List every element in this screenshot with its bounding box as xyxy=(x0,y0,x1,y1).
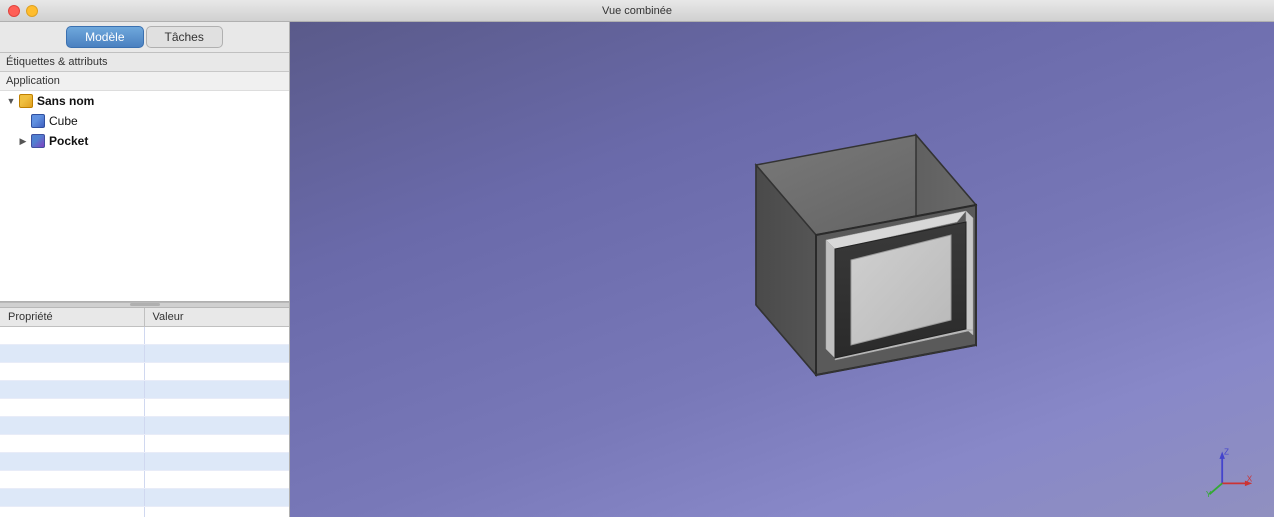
props-col-value: Valeur xyxy=(145,308,290,326)
tree-item-cube[interactable]: Cube xyxy=(0,111,289,131)
doc-icon xyxy=(18,93,34,109)
main-layout: Modèle Tâches Étiquettes & attributs App… xyxy=(0,22,1274,517)
props-row xyxy=(0,453,289,471)
props-row xyxy=(0,327,289,345)
title-bar: Vue combinée xyxy=(0,0,1274,22)
props-row xyxy=(0,435,289,453)
tree-item-sansnom[interactable]: Sans nom xyxy=(0,91,289,111)
props-row xyxy=(0,489,289,507)
application-label: Application xyxy=(0,72,289,91)
props-row xyxy=(0,381,289,399)
splitter-handle xyxy=(130,303,160,306)
props-row xyxy=(0,507,289,517)
tab-taches[interactable]: Tâches xyxy=(146,26,223,48)
svg-text:Y: Y xyxy=(1206,490,1212,497)
viewport[interactable]: Z X Y xyxy=(290,22,1274,517)
properties-panel: Propriété Valeur xyxy=(0,308,289,517)
tree-view: Sans nom Cube Pocket xyxy=(0,91,289,302)
tree-arrow-sansnom[interactable] xyxy=(4,94,18,108)
tabs-bar: Modèle Tâches xyxy=(0,22,289,53)
cube-icon xyxy=(30,113,46,129)
left-panel: Modèle Tâches Étiquettes & attributs App… xyxy=(0,22,290,517)
tree-arrow-pocket[interactable] xyxy=(16,134,30,148)
tree-label-cube: Cube xyxy=(49,114,78,128)
props-row xyxy=(0,345,289,363)
pocket-icon xyxy=(30,133,46,149)
props-row xyxy=(0,471,289,489)
props-header: Propriété Valeur xyxy=(0,308,289,327)
svg-text:Z: Z xyxy=(1224,447,1229,456)
close-button[interactable] xyxy=(8,5,20,17)
props-row xyxy=(0,363,289,381)
minimize-button[interactable] xyxy=(26,5,38,17)
window-controls[interactable] xyxy=(8,5,38,17)
tree-label-sansnom: Sans nom xyxy=(37,94,94,108)
cube-3d xyxy=(686,115,1006,425)
props-row xyxy=(0,417,289,435)
window-title: Vue combinée xyxy=(602,5,672,17)
props-row xyxy=(0,399,289,417)
axis-indicator: Z X Y xyxy=(1204,447,1254,497)
tree-label-pocket: Pocket xyxy=(49,134,88,148)
tab-modele[interactable]: Modèle xyxy=(66,26,143,48)
section-label: Étiquettes & attributs xyxy=(0,53,289,72)
svg-text:X: X xyxy=(1247,475,1253,484)
props-rows xyxy=(0,327,289,517)
tree-item-pocket[interactable]: Pocket xyxy=(0,131,289,151)
props-col-property: Propriété xyxy=(0,308,145,326)
